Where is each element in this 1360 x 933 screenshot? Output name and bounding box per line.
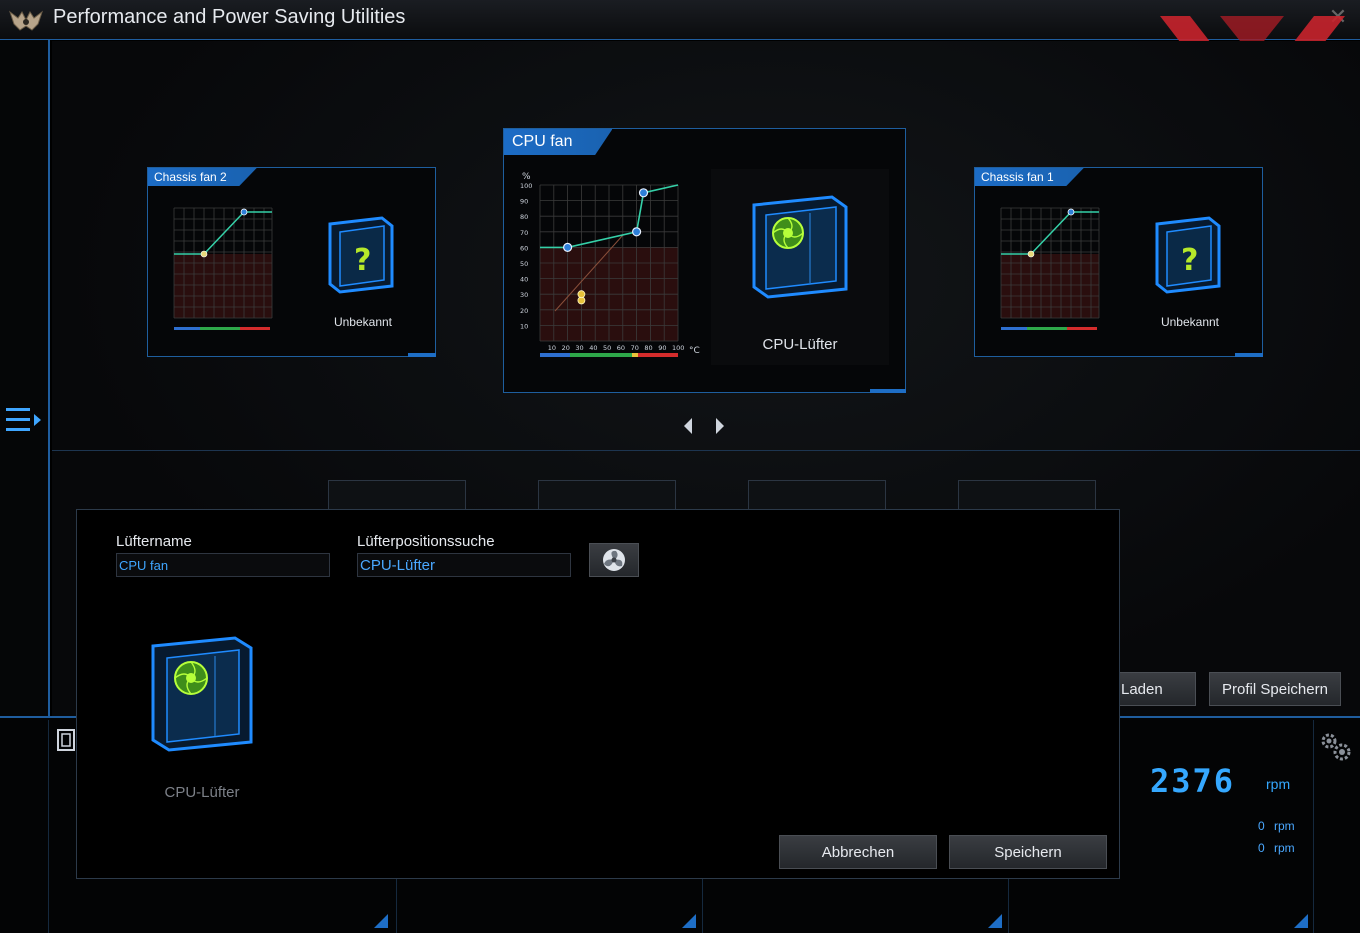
y-tick-label: 100 bbox=[520, 182, 532, 190]
mode-tile-4[interactable] bbox=[958, 480, 1096, 510]
x-tick-label: 50 bbox=[603, 344, 611, 352]
fan-curve-mini-chart bbox=[1000, 207, 1100, 330]
fan-card-chassis-1[interactable]: Chassis fan 1 ? Unbekannt bbox=[974, 167, 1263, 357]
x-tick-label: 20 bbox=[562, 344, 570, 352]
curve-point-handle[interactable] bbox=[562, 242, 573, 253]
card-title: Chassis fan 2 bbox=[148, 168, 257, 186]
cpu-fan-case-icon bbox=[752, 195, 848, 299]
fan-speed-row-1-unit: rpm bbox=[1274, 819, 1295, 833]
sidebar bbox=[0, 40, 50, 720]
unknown-case-icon: ? bbox=[1155, 216, 1221, 294]
next-arrow-icon[interactable] bbox=[716, 418, 724, 434]
fan-speed-row-2-unit: rpm bbox=[1274, 841, 1295, 855]
svg-text:?: ? bbox=[354, 243, 371, 278]
title-bar: Performance and Power Saving Utilities ✕ bbox=[0, 0, 1360, 40]
cpu-fan-speed-unit: rpm bbox=[1266, 776, 1291, 792]
curve-point-handle[interactable] bbox=[631, 227, 642, 237]
menu-expand-icon[interactable] bbox=[4, 406, 44, 434]
case-label: CPU-Lüfter bbox=[762, 336, 838, 353]
y-tick-label: 50 bbox=[520, 260, 528, 268]
x-tick-label: 90 bbox=[658, 344, 666, 352]
svg-text:?: ? bbox=[1181, 243, 1198, 278]
y-tick-label: 90 bbox=[520, 198, 528, 206]
y-tick-label: 60 bbox=[520, 244, 528, 252]
previous-arrow-icon[interactable] bbox=[684, 418, 692, 434]
fan-curve-mini-chart bbox=[173, 207, 273, 330]
y-tick-label: 20 bbox=[520, 307, 528, 315]
current-temperature-marker bbox=[577, 290, 586, 299]
x-tick-label: 70 bbox=[631, 344, 639, 352]
cancel-button[interactable]: Abbrechen bbox=[779, 835, 937, 869]
fan-name-label: Lüftername bbox=[116, 533, 192, 550]
load-profile-label: Laden bbox=[1121, 681, 1163, 698]
mode-tile-2[interactable] bbox=[538, 480, 676, 510]
x-tick-label: 80 bbox=[644, 344, 652, 352]
fan-search-button[interactable] bbox=[589, 543, 639, 577]
y-axis-label: % bbox=[522, 172, 531, 182]
x-tick-label: 10 bbox=[548, 344, 556, 352]
unknown-case-icon: ? bbox=[328, 216, 394, 294]
x-tick-label: 100 bbox=[672, 344, 684, 352]
fan-position-input[interactable] bbox=[357, 553, 571, 577]
dialog-case-label: CPU-Lüfter bbox=[164, 784, 240, 801]
x-axis-label: °C bbox=[689, 346, 700, 356]
case-label: Unbekannt bbox=[333, 315, 393, 329]
x-tick-label: 30 bbox=[575, 344, 583, 352]
cpu-fan-curve-chart[interactable]: 10 20 30 40 50 60 70 80 90 100 10 20 30 40 50 60 70 80 90… bbox=[514, 167, 704, 359]
curve-point-handle[interactable] bbox=[638, 188, 649, 198]
load-profile-button[interactable]: Laden bbox=[1110, 672, 1196, 706]
fan-card-cpu[interactable]: CPU fan 10 20 30 40 50 60 70 80 90 100 10 20 30 40 50… bbox=[503, 128, 906, 393]
mode-tile-3[interactable] bbox=[748, 480, 886, 510]
y-tick-label: 40 bbox=[520, 276, 528, 284]
fan-rename-dialog: Lüftername Lüfterpositionssuche CPU-Lüft… bbox=[76, 509, 1120, 879]
case-label: Unbekannt bbox=[1160, 315, 1220, 329]
cpu-fan-speed-value: 2376 bbox=[1150, 762, 1236, 800]
y-tick-label: 70 bbox=[520, 229, 528, 237]
card-title: CPU fan bbox=[504, 129, 613, 155]
fan-position-label: Lüfterpositionssuche bbox=[357, 533, 495, 550]
y-tick-label: 30 bbox=[520, 291, 528, 299]
fan-name-input[interactable] bbox=[116, 553, 330, 577]
fan-speed-row-1-value: 0 bbox=[1258, 819, 1265, 833]
mode-tile-1[interactable] bbox=[328, 480, 466, 510]
fan-speed-row-2-value: 0 bbox=[1258, 841, 1265, 855]
tuf-logo-icon bbox=[9, 10, 43, 31]
fan-spin-icon bbox=[603, 549, 625, 571]
save-profile-button[interactable]: Profil Speichern bbox=[1209, 672, 1341, 706]
gear-icon[interactable] bbox=[1318, 730, 1354, 764]
window-mode-icon[interactable] bbox=[56, 727, 76, 753]
y-tick-label: 10 bbox=[520, 322, 528, 330]
fan-card-chassis-2[interactable]: Chassis fan 2 ? Unbekannt bbox=[147, 167, 436, 357]
cpu-fan-case-icon bbox=[151, 636, 253, 752]
window-title: Performance and Power Saving Utilities bbox=[53, 6, 406, 28]
save-button[interactable]: Speichern bbox=[949, 835, 1107, 869]
carousel-nav bbox=[684, 418, 724, 434]
x-tick-label: 60 bbox=[617, 344, 625, 352]
y-tick-label: 80 bbox=[520, 213, 528, 221]
card-title: Chassis fan 1 bbox=[975, 168, 1084, 186]
x-tick-label: 40 bbox=[589, 344, 597, 352]
